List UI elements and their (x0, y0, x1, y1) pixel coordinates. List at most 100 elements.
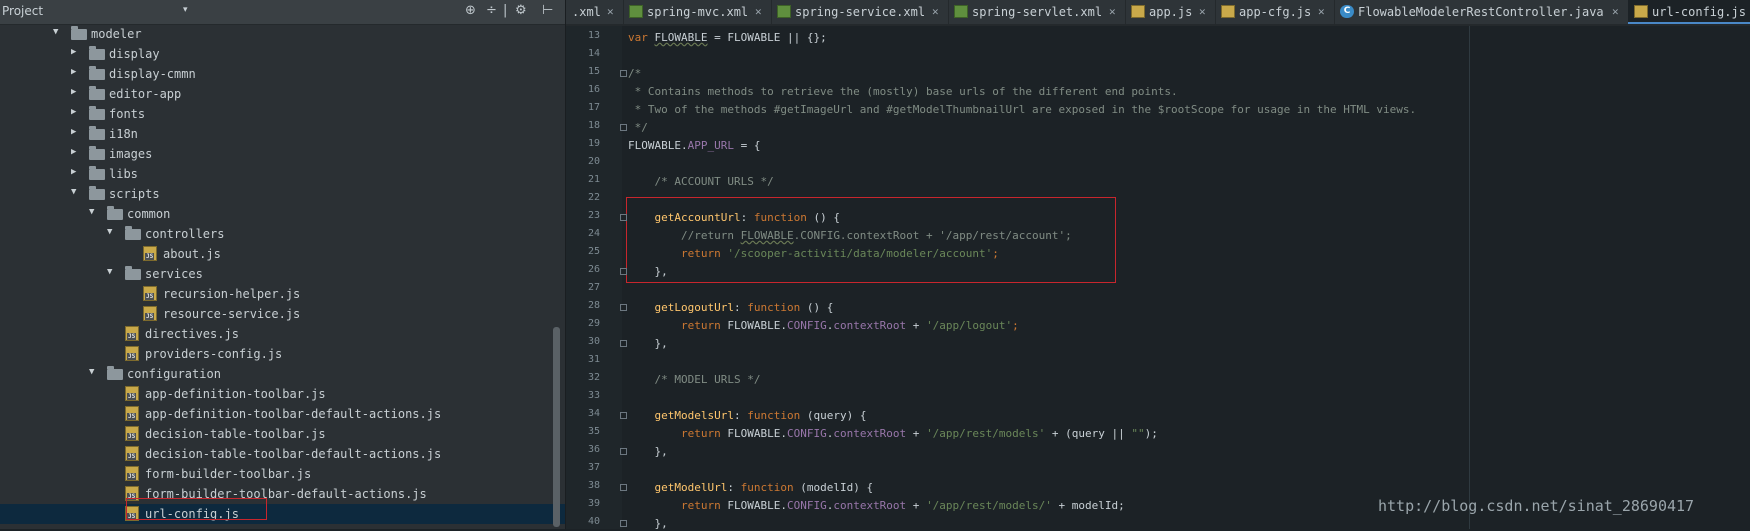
code-line[interactable]: /* (628, 67, 641, 81)
tree-folder[interactable]: ▶ fonts (0, 104, 565, 124)
editor-tab[interactable]: .xml ✕ (566, 0, 624, 24)
expand-arrow-icon[interactable]: ▼ (89, 207, 94, 217)
editor-tab[interactable]: app.js ✕ (1125, 0, 1216, 24)
editor-tab[interactable]: app-cfg.js ✕ (1215, 0, 1335, 24)
close-tab-icon[interactable]: ✕ (1199, 5, 1206, 18)
collapse-arrow-icon[interactable]: ▶ (71, 167, 76, 177)
tree-folder[interactable]: ▼ common (0, 204, 565, 224)
expand-arrow-icon[interactable]: ▼ (89, 367, 94, 377)
collapse-arrow-icon[interactable]: ▶ (71, 147, 76, 157)
fold-marker-icon[interactable] (620, 484, 627, 491)
editor-tab[interactable]: spring-service.xml ✕ (771, 0, 949, 24)
tree-scrollbar[interactable] (553, 327, 560, 527)
tree-folder[interactable]: ▶ editor-app (0, 84, 565, 104)
tree-file[interactable]: JS resource-service.js (0, 304, 565, 324)
tree-file[interactable]: JS app-definition-toolbar.js (0, 384, 565, 404)
code-line[interactable]: getModelUrl: function (modelId) { (628, 481, 874, 495)
tree-file[interactable]: JS decision-table-toolbar-default-actions… (0, 444, 565, 464)
tree-file[interactable]: JS recursion-helper.js (0, 284, 565, 304)
split-icon[interactable]: ÷ (486, 3, 497, 19)
code-line[interactable]: /* ACCOUNT URLS */ (628, 175, 773, 189)
fold-marker-icon[interactable] (620, 412, 627, 419)
collapse-arrow-icon[interactable]: ▶ (71, 67, 76, 77)
code-line[interactable]: }, (628, 337, 667, 351)
code-token: + modelId; (1051, 499, 1125, 512)
close-tab-icon[interactable]: ✕ (1109, 5, 1116, 18)
tree-folder[interactable]: ▼ scripts (0, 184, 565, 204)
code-line[interactable]: return FLOWABLE.CONFIG.contextRoot + '/a… (628, 499, 1125, 513)
tab-label: app-cfg.js (1239, 5, 1312, 19)
tree-folder[interactable]: ▼ services (0, 264, 565, 284)
code-line[interactable]: return FLOWABLE.CONFIG.contextRoot + '/a… (628, 319, 1019, 333)
code-line[interactable]: */ (628, 121, 648, 135)
close-tab-icon[interactable]: ✕ (607, 5, 614, 18)
code-line[interactable]: /* MODEL URLS */ (628, 373, 760, 387)
collapse-arrow-icon[interactable]: ▶ (71, 87, 76, 97)
code-line[interactable]: return FLOWABLE.CONFIG.contextRoot + '/a… (628, 427, 1158, 441)
collapse-arrow-icon[interactable]: ▶ (71, 127, 76, 137)
tree-file[interactable]: JS app-definition-toolbar-default-actions… (0, 404, 565, 424)
code-token: FLOWABLE. (727, 319, 787, 332)
line-number: 30 (587, 336, 600, 347)
code-token: function (747, 301, 801, 314)
hide-icon[interactable]: ⊢ (542, 3, 553, 19)
expand-arrow-icon[interactable]: ▼ (107, 227, 112, 237)
tree-folder[interactable]: ▶ libs (0, 164, 565, 184)
close-tab-icon[interactable]: ✕ (755, 5, 762, 18)
collapse-icon[interactable]: | (503, 3, 507, 19)
tree-file[interactable]: JS form-builder-toolbar.js (0, 464, 565, 484)
code-line[interactable]: * Contains methods to retrieve the (most… (628, 85, 1178, 99)
fold-marker-icon[interactable] (620, 124, 627, 131)
editor-tab[interactable]: url-config.js✕ (1628, 0, 1750, 24)
project-title[interactable]: Project (2, 4, 43, 18)
expand-arrow-icon[interactable]: ▼ (107, 267, 112, 277)
collapse-arrow-icon[interactable]: ▶ (71, 47, 76, 57)
fold-marker-icon[interactable] (620, 214, 627, 221)
tree-file[interactable]: JS providers-config.js (0, 344, 565, 364)
editor-tab[interactable]: C FlowableModelerRestController.java ✕ (1334, 0, 1629, 24)
close-tab-icon[interactable]: ✕ (1318, 5, 1325, 18)
folder-icon (89, 106, 105, 120)
code-line[interactable]: }, (628, 445, 667, 459)
close-tab-icon[interactable]: ✕ (932, 5, 939, 18)
tree-item-label: common (127, 207, 171, 221)
tree-file[interactable]: JS url-config.js (0, 504, 565, 524)
fold-marker-icon[interactable] (620, 520, 627, 527)
code-line[interactable]: FLOWABLE.APP_URL = { (628, 139, 760, 153)
tree-folder[interactable]: ▼ modeler (0, 24, 565, 44)
tab-label: .xml (572, 5, 601, 19)
tab-label: app.js (1149, 5, 1193, 19)
expand-arrow-icon[interactable]: ▼ (53, 27, 58, 37)
editor-tab[interactable]: spring-servlet.xml ✕ (948, 0, 1126, 24)
code-token: /* (628, 67, 642, 80)
tree-folder[interactable]: ▶ display-cmmn (0, 64, 565, 84)
tree-file[interactable]: JS form-builder-toolbar-default-actions.j… (0, 484, 565, 504)
close-tab-icon[interactable]: ✕ (1612, 5, 1619, 18)
code-line[interactable]: getLogoutUrl: function () { (628, 301, 834, 315)
tree-folder[interactable]: ▶ i18n (0, 124, 565, 144)
tree-file[interactable]: JS directives.js (0, 324, 565, 344)
fold-marker-icon[interactable] (620, 304, 627, 311)
chevron-down-icon[interactable]: ▾ (183, 5, 188, 15)
tree-item-label: controllers (145, 227, 225, 241)
expand-arrow-icon[interactable]: ▼ (71, 187, 76, 197)
collapse-arrow-icon[interactable]: ▶ (71, 107, 76, 117)
code-line[interactable]: getModelsUrl: function (query) { (628, 409, 867, 423)
gear-icon[interactable]: ⚙ (515, 3, 527, 19)
tree-folder[interactable]: ▶ images (0, 144, 565, 164)
tree-folder[interactable]: ▼ controllers (0, 224, 565, 244)
fold-marker-icon[interactable] (620, 268, 627, 275)
tree-file[interactable]: JS about.js (0, 244, 565, 264)
tab-label: url-config.js (1652, 5, 1746, 19)
tree-folder[interactable]: ▶ display (0, 44, 565, 64)
tree-file[interactable]: JS decision-table-toolbar.js (0, 424, 565, 444)
settings-target-icon[interactable]: ⊕ (465, 3, 476, 19)
fold-marker-icon[interactable] (620, 448, 627, 455)
fold-marker-icon[interactable] (620, 340, 627, 347)
fold-marker-icon[interactable] (620, 70, 627, 77)
code-line[interactable]: var FLOWABLE = FLOWABLE || {}; (628, 31, 827, 45)
code-line[interactable]: * Two of the methods #getImageUrl and #g… (628, 103, 1416, 117)
editor-tab[interactable]: spring-mvc.xml ✕ (623, 0, 772, 24)
tree-item-label: images (109, 147, 153, 161)
tree-folder[interactable]: ▼ configuration (0, 364, 565, 384)
